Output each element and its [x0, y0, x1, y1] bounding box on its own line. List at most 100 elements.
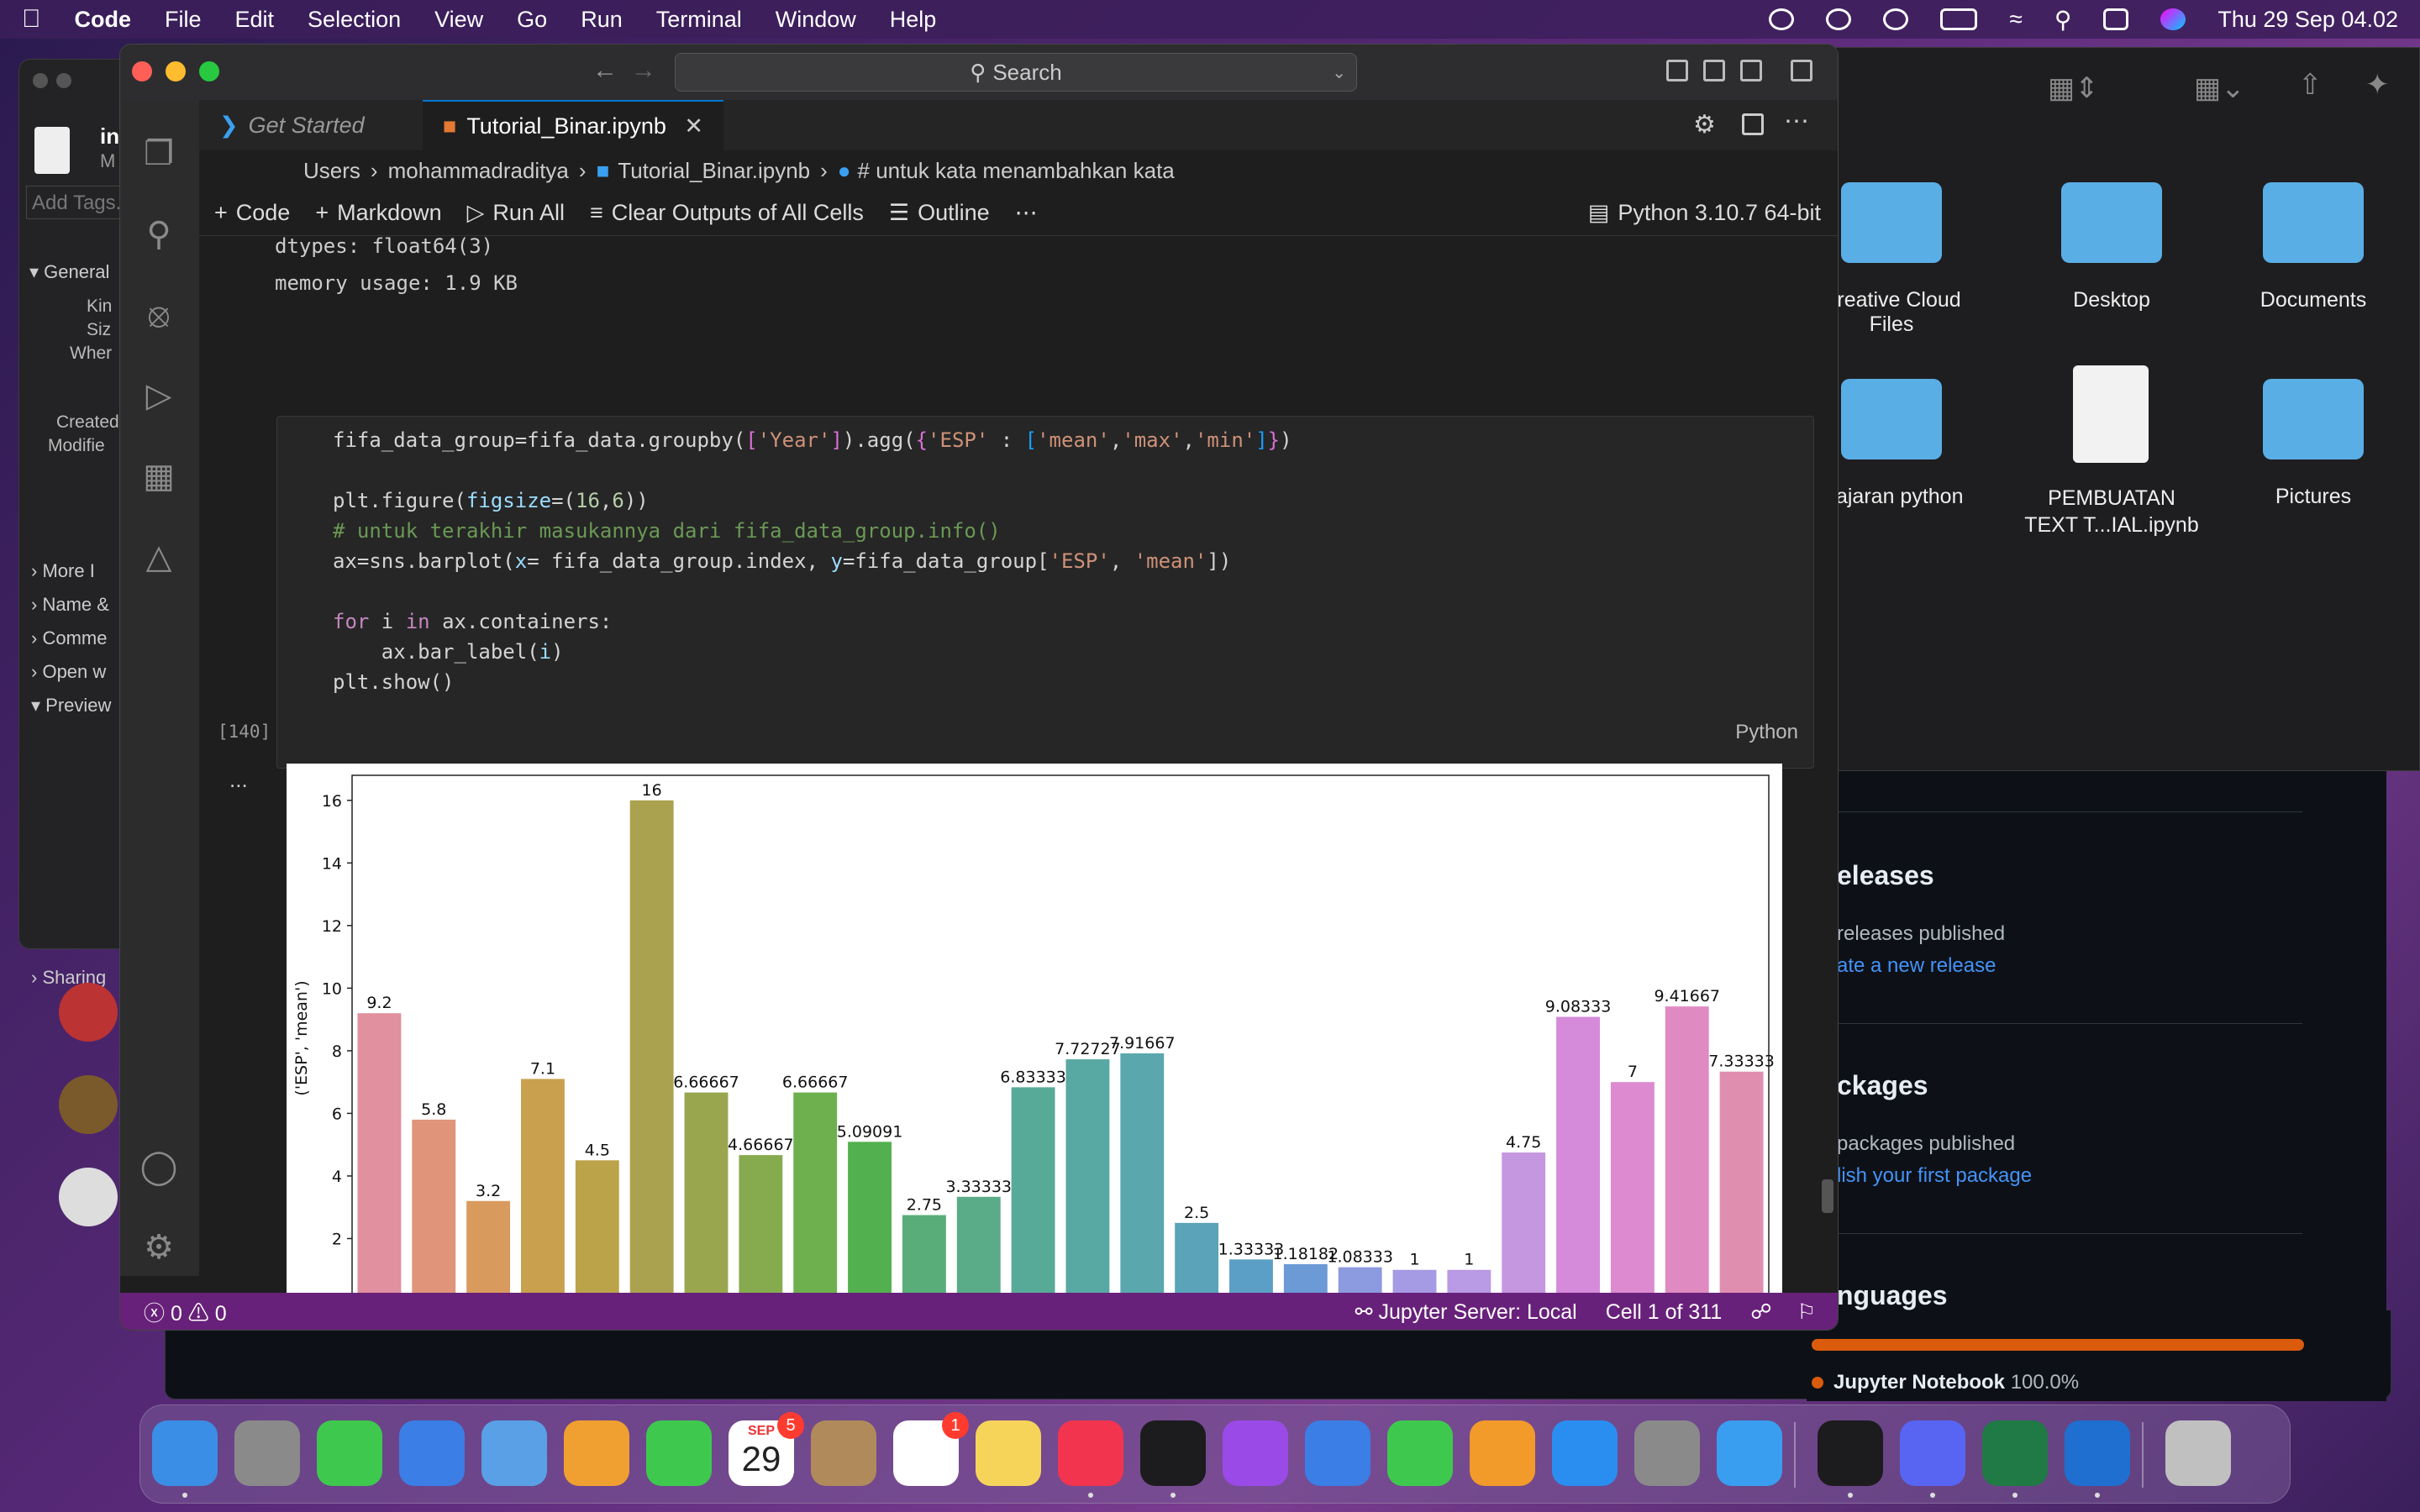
menu-help[interactable]: Help — [890, 7, 937, 33]
photos-icon[interactable] — [564, 1420, 629, 1486]
folder-label[interactable]: Pictures — [2229, 485, 2397, 509]
clear-outputs-button[interactable]: ≡ Clear Outputs of All Cells — [590, 200, 864, 226]
back-arrow-icon[interactable]: ← — [592, 56, 618, 85]
notifications-bell-icon[interactable]: ⚐ — [1797, 1299, 1816, 1325]
section-general[interactable]: ▾ General — [29, 261, 109, 283]
testing-icon[interactable]: △ — [139, 537, 179, 577]
safari-icon[interactable] — [1717, 1420, 1782, 1486]
share-icon[interactable]: ⇧ — [2298, 68, 2323, 102]
trash-icon[interactable] — [2165, 1420, 2231, 1486]
contacts-icon[interactable] — [811, 1420, 876, 1486]
wifi-icon[interactable]: ≈ — [2009, 6, 2022, 33]
pages-icon[interactable] — [1470, 1420, 1535, 1486]
folder-label[interactable]: Desktop — [2028, 288, 2196, 312]
desktop-folder-icon[interactable] — [2061, 182, 2162, 263]
menu-selection[interactable]: Selection — [308, 7, 401, 33]
customize-layout-icon[interactable] — [1791, 60, 1812, 81]
cell-language-label[interactable]: Python — [1735, 721, 1798, 744]
section-preview[interactable]: ▾ Preview — [31, 695, 111, 717]
problems-status[interactable]: ⓧ 0 ⚠ 0 — [144, 1297, 227, 1327]
breadcrumb-item[interactable]: Users — [303, 158, 360, 184]
zoom-button[interactable] — [199, 61, 219, 81]
menu-go[interactable]: Go — [517, 7, 547, 33]
chevron-down-icon[interactable]: ⌄ — [1332, 62, 1346, 83]
control-center-icon[interactable] — [2103, 8, 2129, 30]
music-icon[interactable] — [1058, 1420, 1123, 1486]
siri-icon[interactable] — [2160, 8, 2186, 30]
spotlight-search-icon[interactable]: ⚲ — [2054, 6, 2072, 34]
system-preferences-icon[interactable] — [1634, 1420, 1700, 1486]
file-label[interactable]: PEMBUATAN TEXT T...IAL.ipynb — [2019, 485, 2204, 538]
menu-run[interactable]: Run — [581, 7, 623, 33]
group-icon[interactable]: ▦⌄ — [2194, 71, 2245, 105]
toggle-primary-sidebar-icon[interactable] — [1666, 60, 1688, 81]
creative-cloud-icon[interactable] — [1769, 8, 1795, 30]
tab-tutorial-binar[interactable]: ■ Tutorial_Binar.ipynb ✕ — [423, 100, 723, 150]
numbers-icon[interactable] — [1387, 1420, 1453, 1486]
documents-folder-icon[interactable] — [2263, 182, 2364, 263]
view-grid-icon[interactable]: ▦⇕ — [2048, 71, 2099, 105]
close-tab-icon[interactable]: ✕ — [684, 113, 703, 139]
close-button[interactable] — [132, 61, 152, 81]
add-code-cell-button[interactable]: + Code — [214, 200, 290, 226]
more-actions-icon[interactable]: ⋯ — [1784, 107, 1809, 136]
breadcrumb-item[interactable]: mohammadraditya — [388, 158, 569, 184]
feedback-icon[interactable]: ☍ — [1750, 1299, 1771, 1325]
play-icon[interactable] — [1826, 8, 1852, 30]
publish-package-link[interactable]: lish your first package — [1837, 1164, 2032, 1188]
pictures-folder-icon[interactable] — [2263, 379, 2364, 459]
breadcrumb-item[interactable]: # untuk kata menambahkan kata — [858, 158, 1175, 184]
toggle-secondary-sidebar-icon[interactable] — [1740, 60, 1762, 81]
tab-get-started[interactable]: ❯ Get Started — [199, 100, 423, 150]
section-open-with[interactable]: › Open w — [31, 661, 106, 683]
notebook-settings-gear-icon[interactable]: ⚙ — [1693, 110, 1716, 139]
command-center-search[interactable]: ⚲ Search ⌄ — [675, 53, 1357, 92]
podcasts-icon[interactable] — [1223, 1420, 1288, 1486]
launchpad-icon[interactable] — [234, 1420, 300, 1486]
finder-icon[interactable] — [152, 1420, 218, 1486]
folder-label[interactable]: Documents — [2229, 288, 2397, 312]
code-cell[interactable]: fifa_data_group=fifa_data.groupby(['Year… — [276, 416, 1814, 769]
cloud-folder-icon[interactable] — [1841, 182, 1942, 263]
breadcrumb-item[interactable]: Tutorial_Binar.ipynb — [618, 158, 810, 184]
messages-icon[interactable] — [317, 1420, 382, 1486]
explorer-icon[interactable]: ❐ — [139, 134, 179, 174]
cell-position-status[interactable]: Cell 1 of 311 — [1606, 1300, 1723, 1325]
editor-scrollbar[interactable] — [1822, 1179, 1833, 1213]
kernel-picker[interactable]: ▤ Python 3.10.7 64-bit — [1588, 200, 1821, 226]
vscode-icon[interactable] — [2065, 1420, 2130, 1486]
run-all-button[interactable]: ▷ Run All — [467, 200, 565, 226]
menu-edit[interactable]: Edit — [235, 7, 275, 33]
terminal-icon[interactable] — [1818, 1420, 1883, 1486]
facetime-icon[interactable] — [646, 1420, 712, 1486]
folder-icon[interactable] — [1841, 379, 1942, 459]
more-toolbar-button[interactable]: ⋯ — [1015, 200, 1038, 226]
split-editor-icon[interactable] — [1742, 113, 1764, 135]
menu-file[interactable]: File — [165, 7, 202, 33]
minimize-dot[interactable] — [56, 73, 71, 88]
notebook-file-icon[interactable] — [2073, 365, 2149, 463]
menu-terminal[interactable]: Terminal — [656, 7, 742, 33]
battery-icon[interactable] — [1940, 8, 1978, 30]
excel-icon[interactable] — [1982, 1420, 2048, 1486]
close-dot[interactable] — [33, 73, 48, 88]
forward-arrow-icon[interactable]: → — [631, 56, 656, 85]
run-debug-icon[interactable]: ▷ — [139, 375, 179, 416]
create-release-link[interactable]: ate a new release — [1837, 954, 1996, 978]
outline-button[interactable]: ☰ Outline — [889, 200, 990, 226]
app-store-icon[interactable] — [1552, 1420, 1618, 1486]
mail-icon[interactable] — [399, 1420, 465, 1486]
user-icon[interactable] — [1883, 8, 1909, 30]
jupyter-server-status[interactable]: ⚯ Jupyter Server: Local — [1355, 1299, 1577, 1325]
add-markdown-cell-button[interactable]: + Markdown — [315, 200, 441, 226]
extensions-icon[interactable]: ▦ — [139, 456, 179, 496]
section-more-info[interactable]: › More I — [31, 560, 95, 582]
manage-gear-icon[interactable]: ⚙ — [139, 1227, 179, 1268]
source-control-icon[interactable]: ⦻ — [139, 295, 179, 335]
section-comments[interactable]: › Comme — [31, 627, 107, 649]
minimize-button[interactable] — [166, 61, 186, 81]
account-icon[interactable]: ◯ — [139, 1147, 179, 1187]
section-name-ext[interactable]: › Name & — [31, 594, 109, 616]
discord-icon[interactable] — [1900, 1420, 1965, 1486]
maps-icon[interactable] — [481, 1420, 547, 1486]
